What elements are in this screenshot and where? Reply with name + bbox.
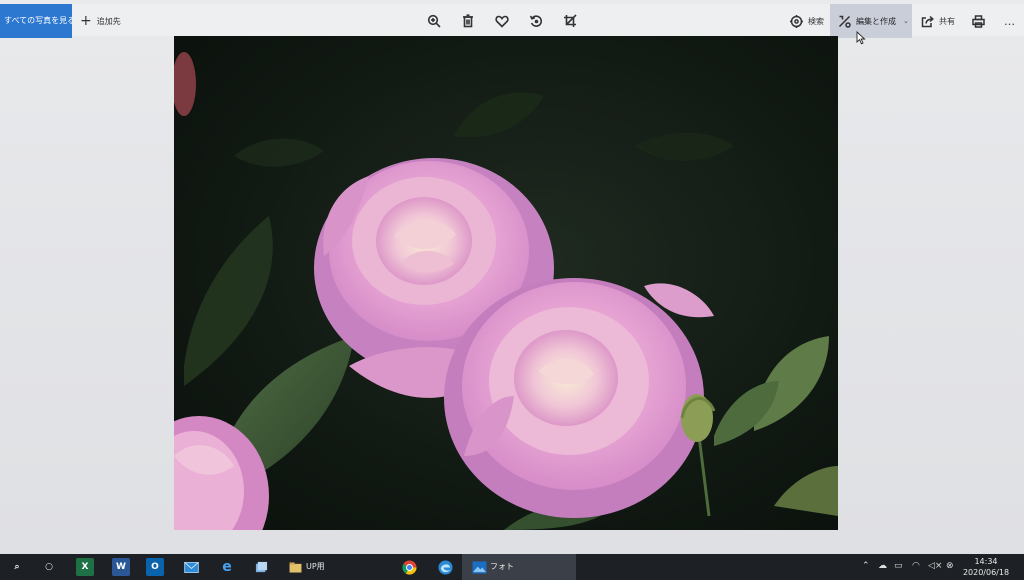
edit-create-label: 編集と作成 — [856, 16, 896, 26]
more-options-button[interactable]: … — [1004, 12, 1015, 30]
search-button[interactable]: 検索 — [790, 12, 824, 30]
folder-icon[interactable] — [286, 558, 304, 576]
print-icon — [972, 14, 985, 28]
chevron-down-icon: ⌄ — [903, 17, 909, 25]
clock-time: 14:34 — [974, 557, 998, 566]
mouse-cursor-icon — [856, 31, 866, 45]
app-icon[interactable] — [252, 558, 270, 576]
system-clock[interactable]: 14:34 2020/06/18 — [958, 556, 1014, 578]
windows-taskbar: ⌕ ○ X W O e UP用 フォト ⌃ ☁ ▭ ◠ ◁× ⊗ 14:34 2… — [0, 554, 1024, 580]
word-icon[interactable]: W — [112, 558, 130, 576]
show-hidden-icons-chevron-icon[interactable]: ⌃ — [862, 561, 870, 571]
notification-cancel-icon[interactable]: ⊗ — [946, 561, 954, 571]
chrome-icon[interactable] — [400, 558, 418, 576]
share-label: 共有 — [939, 16, 955, 26]
edit-create-button[interactable]: 編集と作成 ⌄ — [830, 4, 912, 38]
plus-icon: + — [80, 13, 92, 29]
wifi-icon[interactable]: ◠ — [912, 561, 920, 571]
volume-muted-icon[interactable]: ◁× — [928, 561, 942, 571]
favorite-icon[interactable] — [494, 13, 510, 29]
photos-icon[interactable] — [470, 558, 488, 576]
view-all-photos-button[interactable]: すべての写真を見る — [0, 4, 72, 38]
mail-icon[interactable] — [182, 558, 200, 576]
photos-app-window: すべての写真を見る + 追加先 検索 編集と作成 ⌄ 共有 … — [0, 0, 1024, 554]
pink-rose-right — [444, 278, 714, 518]
photos-taskbar-label[interactable]: フォト — [490, 561, 514, 572]
add-to-label: 追加先 — [96, 16, 121, 26]
search-icon[interactable]: ⌕ — [8, 558, 26, 576]
edit-create-icon — [838, 15, 851, 28]
folder-taskbar-label[interactable]: UP用 — [306, 561, 325, 572]
excel-icon[interactable]: X — [76, 558, 94, 576]
add-to-button[interactable]: + 追加先 — [80, 13, 121, 29]
task-view-icon[interactable]: ○ — [40, 558, 58, 576]
delete-icon[interactable] — [460, 13, 476, 29]
battery-icon[interactable]: ▭ — [894, 561, 903, 571]
rotate-icon[interactable] — [528, 13, 544, 29]
edge-icon[interactable] — [436, 558, 454, 576]
zoom-icon[interactable] — [426, 13, 442, 29]
top-toolbar: すべての写真を見る + 追加先 検索 編集と作成 ⌄ 共有 … — [0, 4, 1024, 38]
print-button[interactable] — [972, 12, 985, 30]
photo-viewer-image[interactable] — [174, 36, 838, 530]
search-icon — [790, 14, 803, 28]
onedrive-cloud-icon[interactable]: ☁ — [878, 561, 887, 571]
outlook-icon[interactable]: O — [146, 558, 164, 576]
internet-explorer-icon[interactable]: e — [218, 558, 236, 576]
search-label: 検索 — [808, 16, 824, 26]
share-button[interactable]: 共有 — [921, 12, 955, 30]
clock-date: 2020/06/18 — [962, 568, 1010, 577]
share-icon — [921, 15, 934, 27]
center-tool-group — [426, 13, 578, 29]
crop-icon[interactable] — [562, 13, 578, 29]
top-left-bud — [174, 52, 196, 116]
more-icon: … — [1004, 14, 1015, 28]
